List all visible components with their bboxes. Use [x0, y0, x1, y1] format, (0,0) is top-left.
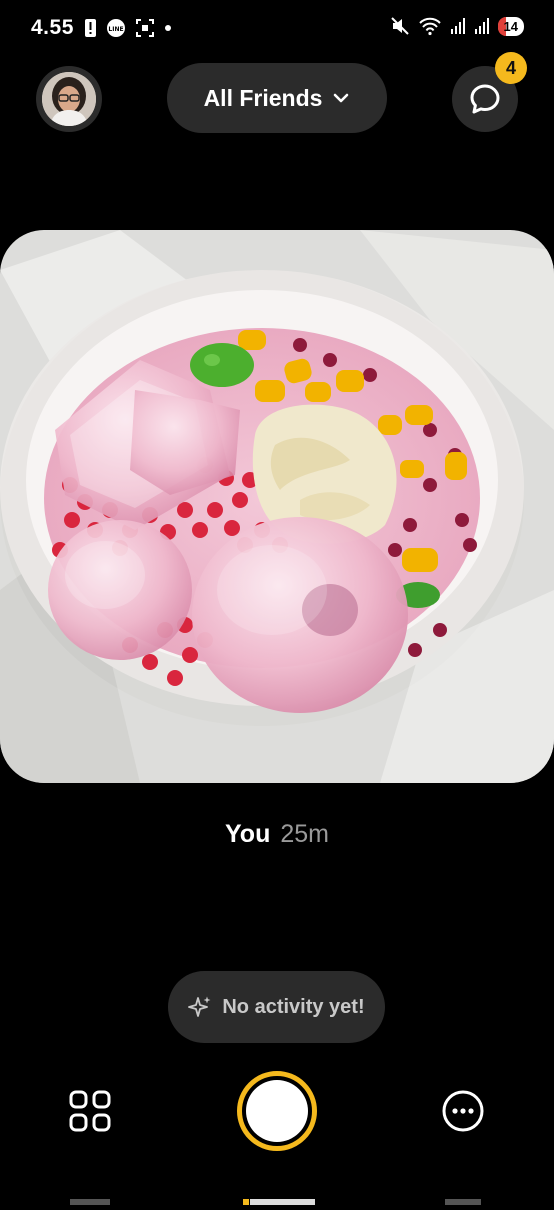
status-right-icons: 14: [390, 16, 524, 36]
grid-view-button[interactable]: [68, 1089, 112, 1133]
chat-bubble-icon: [470, 84, 500, 114]
capture-button[interactable]: [237, 1071, 317, 1151]
unread-messages-badge: 4: [495, 52, 527, 84]
next-post-preview: [0, 1192, 554, 1205]
chevron-down-icon: [334, 93, 349, 103]
post-timestamp: 25m: [280, 820, 329, 848]
friends-filter-dropdown[interactable]: All Friends: [167, 63, 387, 133]
grid-icon: [69, 1090, 111, 1132]
svg-text:LINE: LINE: [108, 26, 123, 33]
post-caption: You 25m: [0, 820, 554, 849]
status-bar: 4.55 LINE 14: [0, 0, 554, 58]
mute-icon: [390, 17, 409, 35]
more-icon: [442, 1090, 484, 1132]
post-author[interactable]: You: [225, 820, 270, 848]
status-left-icons: LINE: [84, 18, 172, 38]
status-time: 4.55: [31, 16, 74, 39]
line-app-icon: LINE: [107, 19, 125, 37]
activity-label: No activity yet!: [222, 995, 365, 1018]
avatar: [42, 72, 96, 126]
dot-icon: [165, 25, 171, 31]
signal-icon: [450, 18, 465, 34]
battery-level: 14: [503, 18, 518, 34]
battery-indicator: 14: [497, 16, 524, 36]
post-photo[interactable]: [0, 230, 554, 783]
friends-filter-label: All Friends: [203, 84, 323, 111]
signal-icon: [474, 18, 489, 34]
activity-button[interactable]: No activity yet!: [168, 971, 385, 1043]
profile-avatar-button[interactable]: [36, 66, 102, 132]
shutter-inner: [246, 1080, 308, 1142]
more-options-button[interactable]: [442, 1090, 484, 1132]
wifi-icon: [418, 17, 441, 36]
sparkle-icon: [188, 996, 211, 1017]
alert-icon: [85, 19, 96, 37]
screenshot-icon: [136, 19, 154, 37]
